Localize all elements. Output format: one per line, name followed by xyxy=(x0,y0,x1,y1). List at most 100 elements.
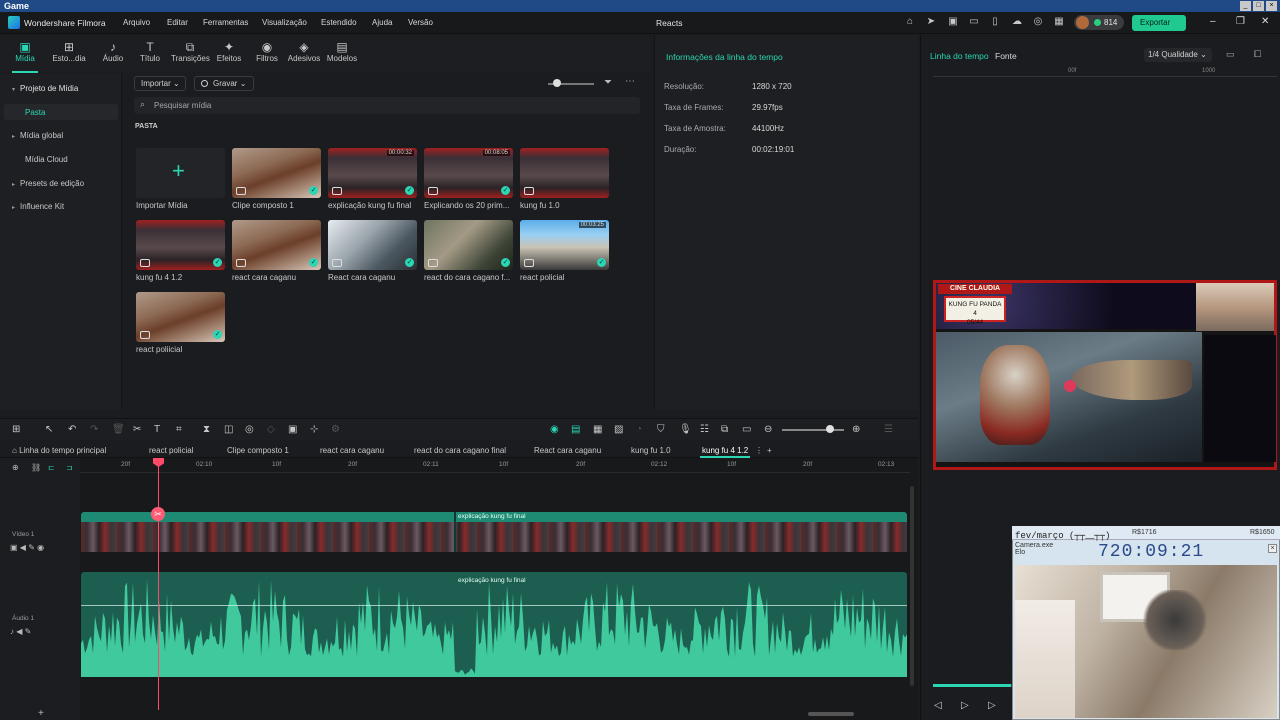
mic-icon[interactable]: 🎙 xyxy=(679,424,692,435)
layout-icon[interactable]: ⊞ xyxy=(12,424,20,435)
image-icon[interactable]: ▨ xyxy=(614,424,623,435)
crop-icon[interactable]: ⌗ xyxy=(176,424,182,435)
media-thumb-7[interactable]: ✓ xyxy=(424,220,513,270)
speaker-icon[interactable]: ◀ xyxy=(16,627,22,636)
menu-arquivo[interactable]: Arquivo xyxy=(123,18,150,27)
player-progress[interactable] xyxy=(933,684,1011,687)
filter-icon[interactable]: ⏷ xyxy=(604,77,612,88)
stabilize-icon[interactable]: ⊹ xyxy=(310,424,318,435)
render-icon[interactable]: ◉ xyxy=(550,424,559,435)
tab-react-cara-caganu[interactable]: react cara caganu xyxy=(320,446,384,455)
tab-timeline[interactable]: Linha do tempo xyxy=(930,51,989,61)
record-dropdown[interactable]: Gravar ⌄ xyxy=(194,76,254,91)
color-icon[interactable]: ◎ xyxy=(245,424,254,435)
select-icon[interactable]: ↖ xyxy=(45,424,53,435)
more-icon[interactable]: ⋯ xyxy=(625,76,635,87)
media-thumb-1[interactable]: 00:00:32 ✓ xyxy=(328,148,417,198)
export-button[interactable]: Exportar xyxy=(1132,15,1186,31)
send-icon[interactable]: ➤ xyxy=(925,16,937,28)
grid-icon[interactable]: ▦ xyxy=(1053,16,1065,28)
next-frame-icon[interactable]: ▷ xyxy=(988,700,996,711)
add-track-icon[interactable]: ⊕ xyxy=(12,463,19,472)
module-filters[interactable]: ◉ Filtros xyxy=(248,40,286,63)
zoom-in-icon[interactable]: ⊕ xyxy=(852,424,860,435)
menu-visualizacao[interactable]: Visualização xyxy=(262,18,307,27)
add-track-plus-icon[interactable]: + xyxy=(38,708,44,719)
link-icon[interactable]: ⛓ xyxy=(31,463,41,472)
tab-menu-icon[interactable]: ⋮ xyxy=(755,446,763,455)
snapshot-icon[interactable]: ▭ xyxy=(1226,49,1235,60)
menu-estendido[interactable]: Estendido xyxy=(321,18,357,27)
minimize-icon[interactable]: _ xyxy=(1240,1,1251,11)
maximize-icon[interactable]: □ xyxy=(1253,1,1264,11)
chart-icon[interactable]: ⧠ xyxy=(1254,49,1261,60)
sidebar-item-edit-presets[interactable]: ▸ Presets de edição xyxy=(12,179,84,188)
sidebar-item-folder[interactable]: Pasta xyxy=(25,108,45,117)
sidebar-item-project-media[interactable]: ▾ Projeto de Mídia xyxy=(12,84,78,93)
snap-icon[interactable]: ⊏ xyxy=(48,463,55,472)
cloud-icon[interactable]: ☁ xyxy=(1011,16,1023,28)
lock-icon[interactable]: ✎ xyxy=(28,543,35,552)
tab-react-policial[interactable]: react policial xyxy=(149,446,193,455)
app-minimize-icon[interactable]: – xyxy=(1210,16,1216,27)
add-tab-icon[interactable]: + xyxy=(767,446,772,455)
timeline-zoom-slider[interactable] xyxy=(782,429,844,431)
gift-icon[interactable]: ⌂ xyxy=(904,16,916,28)
split-icon[interactable]: ✂ xyxy=(133,424,141,435)
sidebar-item-influence-kit[interactable]: ▸ Influence Kit xyxy=(12,202,64,211)
tab-react-cara-caganu-2[interactable]: React cara caganu xyxy=(534,446,601,455)
quality-select[interactable]: 1/4 Qualidade ⌄ xyxy=(1144,48,1212,62)
module-effects[interactable]: ✦ Efeitos xyxy=(210,40,248,63)
menu-versao[interactable]: Versão xyxy=(408,18,433,27)
shield-icon[interactable]: ⛉ xyxy=(657,424,665,435)
settings-icon[interactable]: ⚙ xyxy=(331,424,340,435)
menu-ferramentas[interactable]: Ferramentas xyxy=(203,18,248,27)
screen-icon[interactable]: ▣ xyxy=(947,16,959,28)
text-tool-icon[interactable]: T xyxy=(154,424,160,435)
menu-ajuda[interactable]: Ajuda xyxy=(372,18,392,27)
music-icon[interactable]: ♪ xyxy=(10,627,14,636)
module-stock-media[interactable]: ⊞ Esto...dia xyxy=(50,40,88,63)
vertical-scrollbar[interactable] xyxy=(910,486,914,686)
tab-kung-fu-1-0[interactable]: kung fu 1.0 xyxy=(631,446,671,455)
module-stickers[interactable]: ◈ Adesivos xyxy=(285,40,323,63)
search-input[interactable] xyxy=(154,99,454,112)
subtitle-icon[interactable]: ▭ xyxy=(742,424,751,435)
tab-main-timeline[interactable]: ⌂ Linha do tempo principal xyxy=(12,446,106,455)
monitor-icon[interactable]: ▭ xyxy=(968,16,980,28)
thumbnail-size-knob[interactable] xyxy=(553,79,561,87)
media-thumb-8[interactable]: 00:03:25 ✓ xyxy=(520,220,609,270)
columns-icon[interactable]: ☰ xyxy=(884,424,893,435)
media-thumb-5[interactable]: ✓ xyxy=(232,220,321,270)
tab-react-cara-cagano-final[interactable]: react do cara cagano final xyxy=(414,446,506,455)
prev-frame-icon[interactable]: ◁ xyxy=(934,700,942,711)
headset-icon[interactable]: ◎ xyxy=(1032,16,1044,28)
scissors-icon[interactable]: ✂ xyxy=(151,507,165,521)
app-close-icon[interactable]: ✕ xyxy=(1261,16,1269,27)
media-thumb-2[interactable]: 00:08:05 ✓ xyxy=(424,148,513,198)
app-restore-icon[interactable]: ❐ xyxy=(1236,16,1245,27)
horizontal-scrollbar[interactable] xyxy=(808,712,854,716)
freeze-icon[interactable]: ▣ xyxy=(288,424,297,435)
overlay-close-icon[interactable]: × xyxy=(1268,544,1277,553)
module-title[interactable]: T Título xyxy=(131,40,169,63)
play-icon[interactable]: ▷ xyxy=(961,700,969,711)
media-thumb-3[interactable] xyxy=(520,148,609,198)
import-dropdown[interactable]: Importar ⌄ xyxy=(134,76,186,91)
close-icon[interactable]: × xyxy=(1266,1,1277,11)
tab-clipe-composto[interactable]: Clipe composto 1 xyxy=(227,446,289,455)
marker-icon[interactable]: ▤ xyxy=(571,424,580,435)
keyframe-icon[interactable]: ◇ xyxy=(267,424,275,435)
timeline-zoom-knob[interactable] xyxy=(826,425,834,433)
module-templates[interactable]: ▤ Modelos xyxy=(323,40,361,63)
sidebar-item-global-media[interactable]: ▸ Mídia global xyxy=(12,131,63,140)
media-thumb-9[interactable]: ✓ xyxy=(136,292,225,342)
delete-icon[interactable]: 🗑 xyxy=(112,424,125,435)
speaker-icon[interactable]: ◀ xyxy=(20,543,26,552)
sidebar-item-cloud-media[interactable]: Mídia Cloud xyxy=(25,155,68,164)
file-icon[interactable]: ▯ xyxy=(989,16,1001,28)
grid-view-icon[interactable]: ▦ xyxy=(593,424,602,435)
media-thumb-4[interactable]: ✓ xyxy=(136,220,225,270)
tab-source[interactable]: Fonte xyxy=(995,51,1017,61)
mixer-icon[interactable]: ☷ xyxy=(700,424,709,435)
